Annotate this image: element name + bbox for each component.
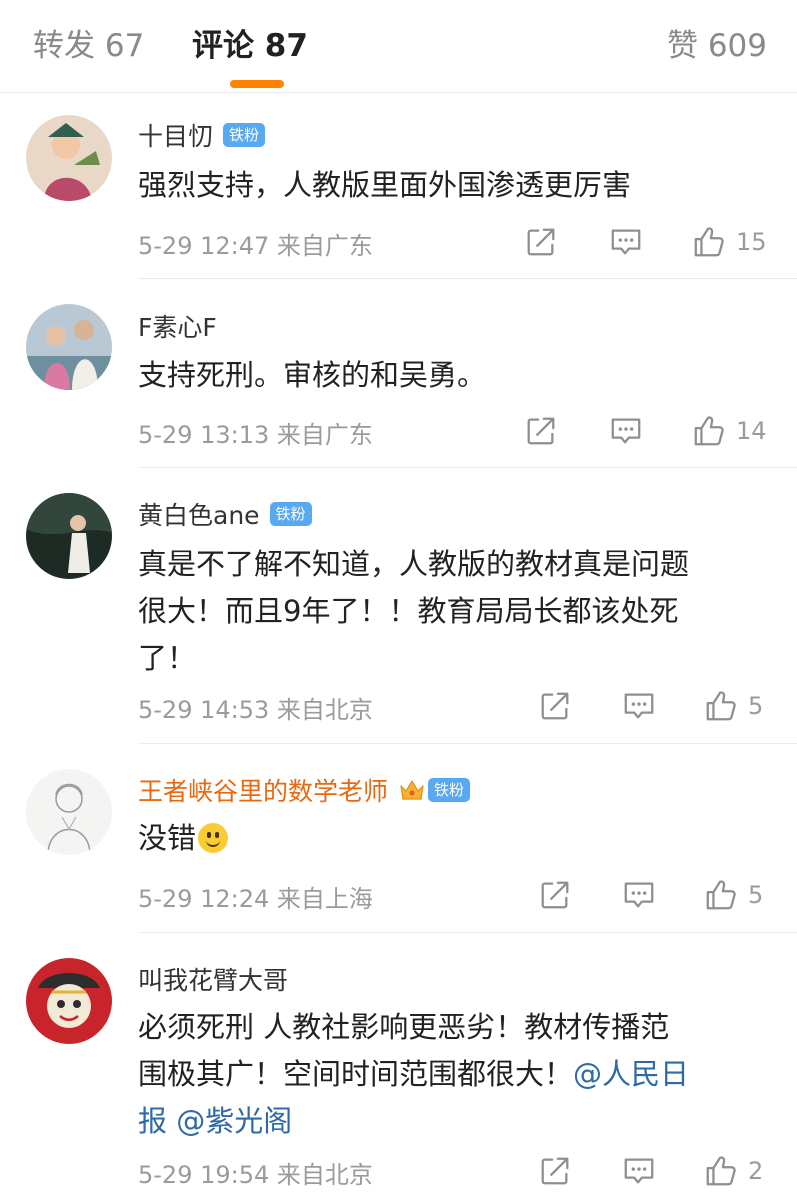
mention-link[interactable]: @人民日	[573, 1057, 689, 1091]
comment-icon	[622, 1154, 656, 1188]
comment-text: 必须死刑 人教社影响更恶劣！教材传播范 围极其广！空间时间范围都很大！@人民日 …	[138, 1004, 778, 1145]
author-name[interactable]: 十目忉	[138, 117, 213, 153]
thumbs-up-icon	[692, 225, 726, 259]
comment-meta: 5-29 12:47 来自广东 15	[138, 222, 773, 262]
thumbs-up-icon	[704, 689, 738, 723]
comment-meta: 5-29 14:53 来自北京 5	[138, 686, 773, 726]
author-line: F素心F	[138, 309, 217, 343]
location-text: 来自广东	[276, 421, 373, 449]
comment-text: 支持死刑。审核的和吴勇。	[138, 358, 487, 392]
author-line: 叫我花臂大哥	[138, 962, 288, 996]
author-name[interactable]: 黄白色ane	[138, 496, 260, 532]
like-count: 2	[748, 1157, 764, 1185]
comment-text: 真是不了解不知道，人教版的教材真是问题 很大！而且9年了！！教育局局长都该处死 …	[138, 541, 778, 682]
like-count: 5	[748, 881, 764, 909]
active-tab-indicator	[230, 80, 284, 88]
repost-button[interactable]	[538, 877, 572, 913]
location-text: 来自广东	[276, 232, 373, 260]
reply-button[interactable]	[609, 413, 643, 449]
share-icon	[538, 878, 572, 912]
fan-badge: 铁粉	[223, 123, 266, 147]
smile-emoji	[198, 823, 229, 853]
location-text: 来自北京	[276, 696, 373, 724]
divider	[138, 932, 797, 933]
thumbs-up-icon	[704, 1154, 738, 1188]
date-text: 5-29 12:47	[138, 232, 270, 260]
author-line: 十目忉 铁粉	[138, 117, 266, 153]
author-line: 黄白色ane 铁粉	[138, 497, 312, 531]
reply-button[interactable]	[622, 688, 656, 724]
comment-date: 5-29 12:47 来自广东	[138, 226, 373, 261]
date-text: 5-29 14:53	[138, 696, 270, 724]
fan-badge: 铁粉	[428, 778, 471, 802]
repost-button[interactable]	[524, 224, 558, 260]
comment-date: 5-29 12:24 来自上海	[138, 879, 373, 914]
repost-button[interactable]	[524, 413, 558, 449]
date-text: 5-29 13:13	[138, 421, 270, 449]
avatar[interactable]	[26, 304, 112, 390]
tab-comments[interactable]: 评论 87	[192, 26, 308, 66]
comment-text-line: 了！	[138, 641, 197, 675]
comment-meta: 5-29 13:13 来自广东 14	[138, 411, 773, 451]
share-icon	[538, 1154, 572, 1188]
comment-date: 5-29 13:13 来自广东	[138, 415, 373, 450]
like-count: 14	[736, 417, 767, 445]
like-button[interactable]: 15	[692, 224, 767, 260]
comment-text-line: 围极其广！空间时间范围都很大！@人民日	[138, 1051, 778, 1098]
comment-text-line-body: 围极其广！空间时间范围都很大！	[138, 1057, 574, 1091]
tab-bar: 转发 67 评论 87 赞 609	[0, 0, 797, 93]
divider	[138, 467, 797, 468]
author-name[interactable]: F素心F	[138, 308, 217, 344]
author-name[interactable]: 王者峡谷里的数学老师	[138, 772, 388, 808]
comment-icon	[609, 414, 643, 448]
location-text: 来自北京	[276, 1161, 373, 1189]
thumbs-up-icon	[704, 878, 738, 912]
like-button[interactable]: 14	[692, 413, 767, 449]
avatar[interactable]	[26, 115, 112, 201]
location-text: 来自上海	[276, 885, 373, 913]
repost-button[interactable]	[538, 1153, 572, 1189]
like-count: 5	[748, 692, 764, 720]
reply-button[interactable]	[622, 877, 656, 913]
repost-button[interactable]	[538, 688, 572, 724]
comment-text-line: 报 @紫光阁	[138, 1098, 778, 1145]
fan-badge: 铁粉	[269, 502, 312, 526]
comment-text-line: 很大！而且9年了！！教育局局长都该处死	[138, 594, 679, 628]
date-text: 5-29 19:54	[138, 1161, 270, 1189]
share-icon	[524, 414, 558, 448]
like-button[interactable]: 5	[704, 688, 763, 724]
like-button[interactable]: 2	[704, 1153, 763, 1189]
comment-icon	[609, 225, 643, 259]
comment-text-body: 没错	[138, 821, 197, 855]
comment-text-line: 真是不了解不知道，人教版的教材真是问题	[138, 547, 690, 581]
author-line: 王者峡谷里的数学老师 铁粉	[138, 772, 471, 808]
divider	[138, 278, 797, 279]
tab-reposts[interactable]: 转发 67	[33, 26, 144, 66]
avatar[interactable]	[26, 769, 112, 855]
reply-button[interactable]	[622, 1153, 656, 1189]
comment-date: 5-29 19:54 来自北京	[138, 1155, 373, 1190]
tab-likes[interactable]: 赞 609	[667, 26, 767, 66]
avatar[interactable]	[26, 493, 112, 579]
thumbs-up-icon	[692, 414, 726, 448]
comment-icon	[622, 878, 656, 912]
mention-link[interactable]: 报 @紫光阁	[138, 1104, 292, 1138]
share-icon	[538, 689, 572, 723]
comment-date: 5-29 14:53 来自北京	[138, 690, 373, 725]
comment-text-line: 必须死刑 人教社影响更恶劣！教材传播范	[138, 1010, 670, 1044]
date-text: 5-29 12:24	[138, 885, 270, 913]
author-name[interactable]: 叫我花臂大哥	[138, 961, 288, 997]
comment-text: 强烈支持，人教版里面外国渗透更厉害	[138, 168, 632, 202]
reply-button[interactable]	[609, 224, 643, 260]
comment-text: 没错	[138, 815, 778, 862]
comment-meta: 5-29 12:24 来自上海 5	[138, 875, 773, 915]
avatar[interactable]	[26, 958, 112, 1044]
crown-icon	[400, 780, 424, 800]
share-icon	[524, 225, 558, 259]
like-count: 15	[736, 228, 767, 256]
comment-icon	[622, 689, 656, 723]
comment-meta: 5-29 19:54 来自北京 2	[138, 1151, 773, 1191]
like-button[interactable]: 5	[704, 877, 763, 913]
divider	[138, 743, 797, 744]
